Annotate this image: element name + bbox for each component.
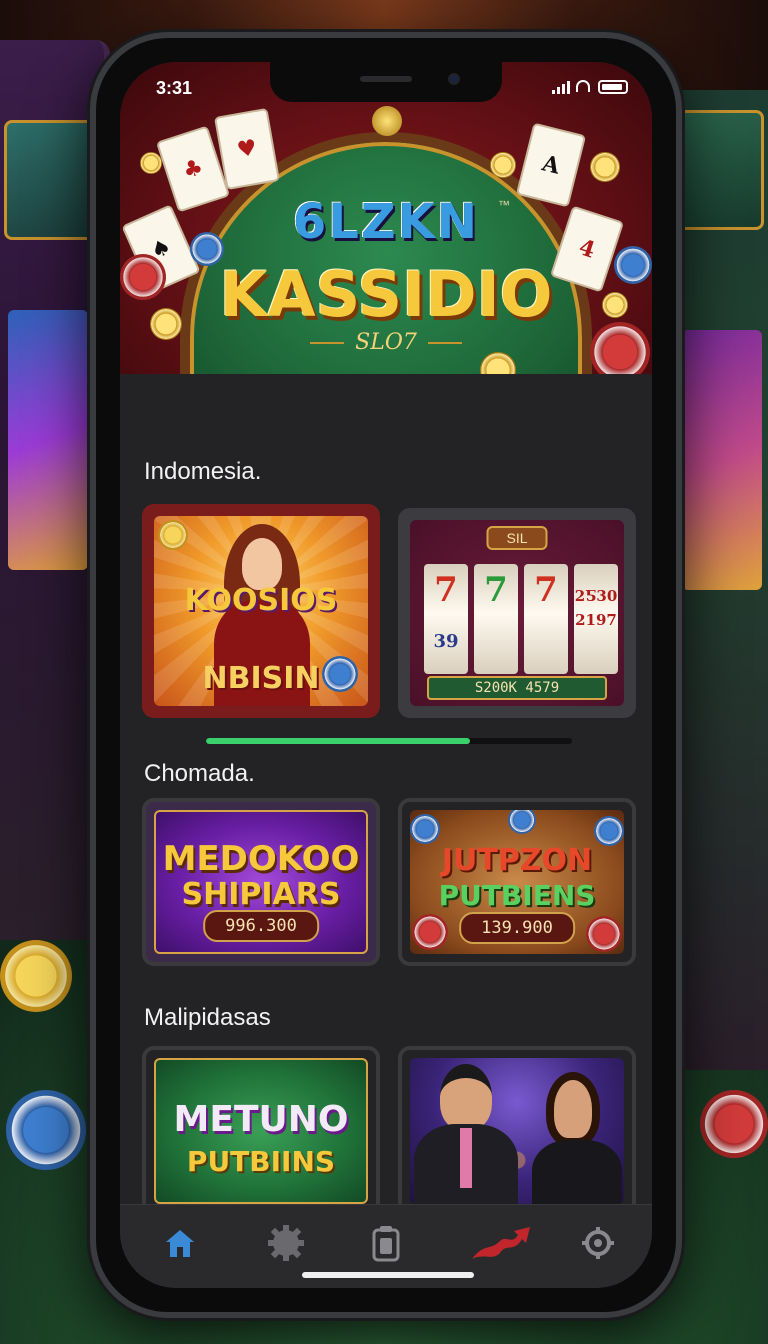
game-artwork: JUTPZON PUTBIENS 139.900 (410, 810, 624, 954)
reel-symbol: 7 (434, 570, 458, 610)
nav-games[interactable] (266, 1223, 306, 1263)
poker-chip (412, 914, 448, 950)
game-artwork (410, 1058, 624, 1204)
game-artwork: SIL 7 39 7 7 2Ƽ30 2197 S200K 4579 (410, 520, 624, 706)
tile-title-top: MEDOKOO (162, 839, 360, 879)
logo-main-text: KASSIDIO (219, 258, 553, 331)
poker-chip (6, 1090, 86, 1170)
slot-reel: 7 (474, 564, 518, 674)
nav-wallet[interactable] (366, 1223, 406, 1263)
nav-settings[interactable] (578, 1223, 618, 1263)
tile-title-bottom: SHIPIARS (181, 877, 341, 912)
section-title: Chomada. (144, 760, 255, 787)
game-tile[interactable]: KOOSIOS NBISIN (142, 504, 380, 718)
nav-trending[interactable] (470, 1223, 534, 1263)
tile-title-bottom: PUTBIINS (186, 1145, 336, 1178)
tile-title-top: METUNO (173, 1099, 349, 1140)
trademark-mark: ™ (498, 198, 510, 212)
game-tile[interactable]: SIL 7 39 7 7 2Ƽ30 2197 S200K 4579 (398, 508, 636, 718)
poker-chip (590, 322, 650, 374)
carousel-progress[interactable] (206, 738, 572, 744)
tile-title-top: KOOSIOS (184, 583, 338, 618)
status-bar: 3:31 (120, 76, 652, 100)
game-artwork: METUNO PUTBIINS (154, 1058, 368, 1204)
gold-coin (140, 152, 162, 174)
hero-banner[interactable]: ♣ ♠ 4 ♥ A 6LZKN ™ KASSIDIO SLO7 (120, 62, 652, 374)
gold-coin (150, 308, 182, 340)
game-lobby: Indomesia. KOOSIOS NBISIN SIL 7 39 7 7 2… (120, 374, 652, 1243)
gold-coin (602, 292, 628, 318)
presenter-woman-head (546, 1072, 600, 1146)
wifi-icon (576, 80, 590, 92)
presenter-man-head (440, 1064, 492, 1130)
pink-tie (460, 1128, 472, 1188)
logo-sub-text: SLO7 (306, 330, 466, 355)
status-time: 3:31 (156, 78, 193, 98)
logo-top-text: 6LZKN (292, 194, 480, 250)
poker-chip (586, 916, 622, 952)
poker-chip (594, 816, 624, 846)
wallet-icon (372, 1226, 400, 1262)
signal-icon (552, 80, 570, 94)
reel-symbol: 2Ƽ30 2197 (574, 587, 618, 629)
game-artwork: KOOSIOS NBISIN (154, 516, 368, 706)
poker-chip (700, 1090, 768, 1158)
home-icon (166, 1230, 194, 1257)
game-artwork: MEDOKOO SHIPIARS 996.300 (154, 810, 368, 954)
gold-coin (590, 152, 620, 182)
reel-symbol: 7 (534, 570, 558, 610)
section-title: Indomesia. (144, 458, 262, 485)
poker-chip (120, 254, 166, 300)
section-title: Malipidasas (144, 1004, 271, 1031)
home-indicator[interactable] (302, 1272, 474, 1278)
game-tile[interactable]: MEDOKOO SHIPIARS 996.300 (142, 798, 380, 966)
machine-screen-left (8, 310, 88, 570)
slot-reel: 7 (524, 564, 568, 674)
gear-badge-icon (268, 1225, 304, 1261)
gold-pendant (372, 106, 402, 136)
trend-icon (472, 1227, 530, 1259)
poker-chip (322, 656, 358, 692)
reel-symbol: 7 (484, 570, 508, 610)
tile-value: 996.300 (203, 910, 319, 942)
machine-sign-right (674, 110, 764, 230)
poker-chip (410, 814, 440, 844)
game-tile[interactable] (398, 1046, 636, 1216)
playing-card: A (515, 122, 587, 208)
presenter-woman-suit (532, 1140, 622, 1204)
nav-home[interactable] (160, 1223, 200, 1263)
tile-value: 139.900 (459, 912, 575, 944)
slot-reel: 2Ƽ30 2197 (574, 564, 618, 674)
game-tile[interactable]: METUNO PUTBIINS (142, 1046, 380, 1216)
gold-coin (490, 152, 516, 178)
machine-sign-left (4, 120, 100, 240)
app-screen: 3:31 ♣ ♠ 4 ♥ A 6LZKN ™ KASSIDIO SLO7 Ind… (120, 62, 652, 1288)
slot-reel: 7 39 (424, 564, 468, 674)
progress-fill (206, 738, 470, 744)
arcade-machine-right (668, 90, 768, 1070)
battery-icon (598, 80, 628, 94)
tile-title-bottom: PUTBIENS (438, 879, 596, 912)
phone-frame: 3:31 ♣ ♠ 4 ♥ A 6LZKN ™ KASSIDIO SLO7 Ind… (90, 32, 682, 1318)
slot-header: SIL (486, 526, 548, 550)
poker-chip (614, 246, 652, 284)
reel-symbol: 39 (433, 631, 459, 652)
machine-screen-right (682, 330, 762, 590)
poker-chip (0, 940, 72, 1012)
tile-title-top: JUTPZON (441, 843, 593, 878)
game-tile[interactable]: JUTPZON PUTBIENS 139.900 (398, 798, 636, 966)
poker-chip (508, 810, 536, 834)
settings-icon (582, 1227, 614, 1259)
playing-card: ♥ (213, 107, 281, 191)
slot-footer: S200K 4579 (427, 676, 607, 700)
poker-chip (158, 520, 188, 550)
